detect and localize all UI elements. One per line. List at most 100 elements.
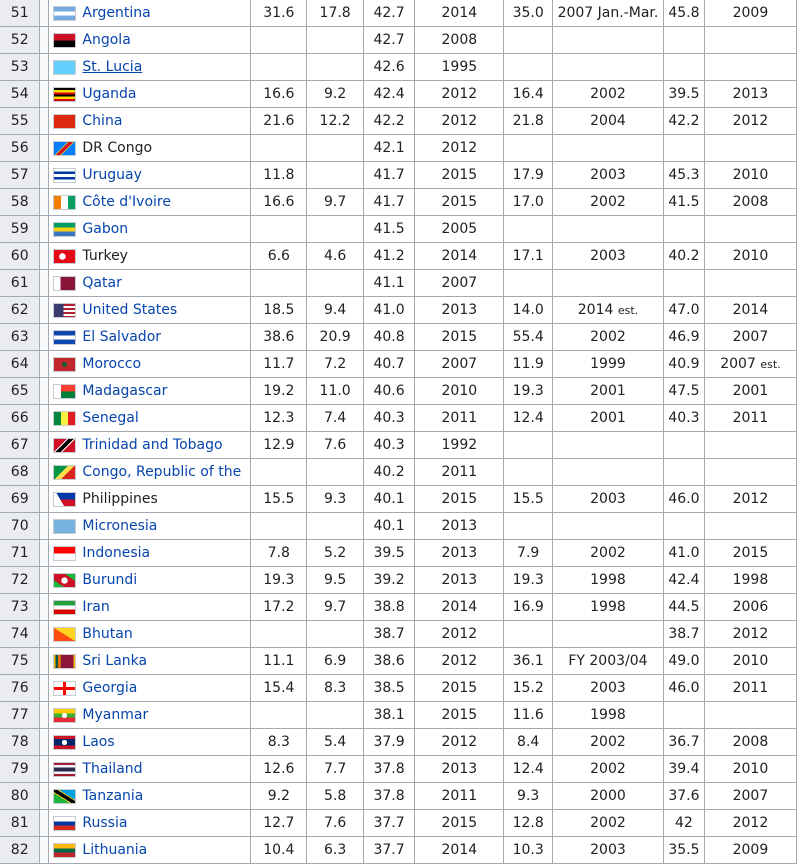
- rank-cell: 78: [0, 728, 41, 756]
- country-link[interactable]: Senegal: [82, 410, 138, 426]
- year-text: 2006: [732, 599, 769, 615]
- value-cell: 6.3: [306, 836, 364, 864]
- value-cell: 42.7: [362, 26, 416, 54]
- flag-icon: [53, 707, 77, 723]
- value-cell: 2005: [414, 215, 505, 243]
- value-cell: 5.4: [306, 728, 364, 756]
- value-cell: 39.2: [362, 566, 416, 594]
- country-link[interactable]: DR Congo: [82, 140, 152, 156]
- spacer-cell: [39, 296, 50, 324]
- value-cell: 20.9: [306, 323, 364, 351]
- country-link[interactable]: China: [82, 113, 122, 129]
- spacer-cell: [39, 728, 50, 756]
- country-link[interactable]: Congo, Republic of the: [82, 464, 241, 480]
- year-text: 2001: [590, 383, 626, 399]
- value-cell: 40.2: [662, 242, 705, 270]
- spacer-cell: [39, 458, 50, 486]
- table-row: 57 Uruguay 11.8 41.7 2015 17.9 2003 45.3 2010: [0, 161, 798, 189]
- value-cell: [503, 431, 553, 459]
- rank-cell: 65: [0, 377, 41, 405]
- country-link[interactable]: Argentina: [82, 5, 150, 21]
- country-link[interactable]: El Salvador: [82, 329, 161, 345]
- rank-cell: 67: [0, 431, 41, 459]
- country-link[interactable]: Myanmar: [82, 707, 148, 723]
- value-cell: 16.6: [250, 80, 308, 108]
- value-cell: 2015: [703, 539, 798, 567]
- value-cell: 11.9: [503, 350, 553, 378]
- value-cell: 2007: [414, 269, 505, 297]
- country-cell: St. Lucia: [48, 53, 252, 81]
- year-text: 2003: [590, 680, 626, 696]
- value-cell: 2014: [703, 296, 798, 324]
- value-cell: 42.7: [362, 0, 416, 27]
- country-link[interactable]: Qatar: [82, 275, 121, 291]
- value-cell: 7.9: [503, 539, 553, 567]
- country-cell: China: [48, 107, 252, 135]
- value-cell: [662, 26, 705, 54]
- country-link[interactable]: Côte d'Ivoire: [82, 194, 171, 210]
- table-row: 76 Georgia 15.4 8.3 38.5 2015 15.2 2003 46.0 2011: [0, 674, 798, 702]
- value-cell: 7.6: [306, 809, 364, 837]
- value-cell: [306, 458, 364, 486]
- year-text: FY 2003/04: [568, 653, 648, 669]
- rank-cell: 52: [0, 26, 41, 54]
- table-row: 70 Micronesia 40.1 2013: [0, 512, 798, 540]
- country-link[interactable]: Turkey: [82, 248, 128, 264]
- country-cell: Indonesia: [48, 539, 252, 567]
- country-link[interactable]: Indonesia: [82, 545, 150, 561]
- value-cell: 40.9: [662, 350, 705, 378]
- country-link[interactable]: Morocco: [82, 356, 141, 372]
- value-cell: 21.8: [503, 107, 553, 135]
- country-link[interactable]: Madagascar: [82, 383, 167, 399]
- value-cell: [503, 26, 553, 54]
- table-row: 64 Morocco 11.7 7.2 40.7 2007 11.9 1999 40.9 2007…: [0, 350, 798, 378]
- value-cell: 38.1: [362, 701, 416, 729]
- value-cell: [662, 512, 705, 540]
- country-link[interactable]: Burundi: [82, 572, 137, 588]
- country-cell: Argentina: [48, 0, 252, 27]
- country-link[interactable]: Georgia: [82, 680, 137, 696]
- value-cell: [662, 53, 705, 81]
- value-cell: 45.8: [662, 0, 705, 27]
- country-link[interactable]: Uruguay: [82, 167, 142, 183]
- value-cell: [306, 701, 364, 729]
- rank-cell: 63: [0, 323, 41, 351]
- value-cell: 2014: [414, 0, 505, 27]
- value-cell: 42.4: [362, 80, 416, 108]
- value-cell: 38.7: [362, 620, 416, 648]
- country-link[interactable]: Laos: [82, 734, 114, 750]
- rank-cell: 64: [0, 350, 41, 378]
- country-link[interactable]: Angola: [82, 32, 130, 48]
- value-cell: 2007: [703, 323, 798, 351]
- country-link[interactable]: Thailand: [82, 761, 142, 777]
- country-link[interactable]: Bhutan: [82, 626, 132, 642]
- year-text: 2003: [590, 248, 626, 264]
- value-cell: 2002: [551, 323, 664, 351]
- value-cell: [551, 458, 664, 486]
- country-link[interactable]: Trinidad and Tobago: [82, 437, 222, 453]
- country-link[interactable]: United States: [82, 302, 177, 318]
- country-link[interactable]: Tanzania: [82, 788, 143, 804]
- country-link[interactable]: Philippines: [82, 491, 157, 507]
- country-link[interactable]: Iran: [82, 599, 109, 615]
- country-link[interactable]: Russia: [82, 815, 127, 831]
- value-cell: 12.4: [503, 755, 553, 783]
- year-text: 2012: [732, 491, 769, 507]
- country-cell: Bhutan: [48, 620, 252, 648]
- value-cell: 38.8: [362, 593, 416, 621]
- year-text: 2014: [732, 302, 769, 318]
- spacer-cell: [39, 404, 50, 432]
- value-cell: 1992: [414, 431, 505, 459]
- value-cell: 55.4: [503, 323, 553, 351]
- value-cell: 1998: [703, 566, 798, 594]
- country-link[interactable]: Micronesia: [82, 518, 157, 534]
- country-link[interactable]: Lithuania: [82, 842, 147, 858]
- flag-icon: [53, 356, 77, 372]
- value-cell: 2015: [414, 674, 505, 702]
- country-link[interactable]: Sri Lanka: [82, 653, 147, 669]
- country-link[interactable]: Gabon: [82, 221, 128, 237]
- spacer-cell: [39, 107, 50, 135]
- country-link[interactable]: St. Lucia: [82, 59, 142, 75]
- country-link[interactable]: Uganda: [82, 86, 136, 102]
- country-cell: Madagascar: [48, 377, 252, 405]
